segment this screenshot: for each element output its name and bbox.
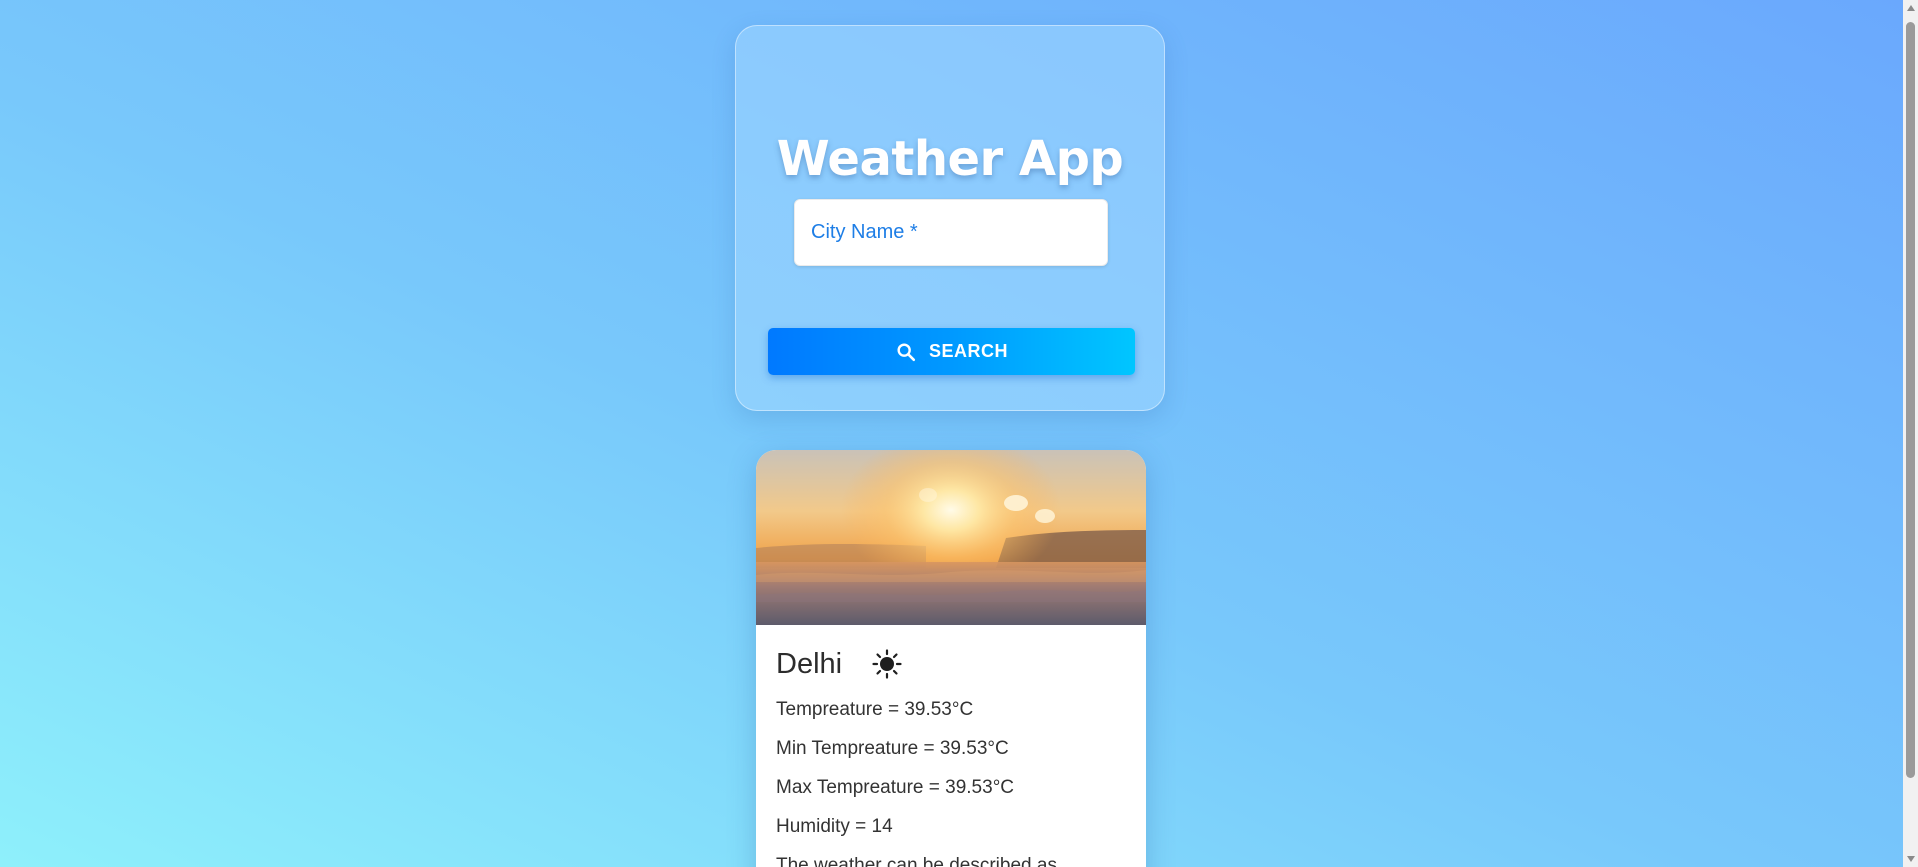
- scroll-down-arrow-icon[interactable]: [1905, 853, 1916, 865]
- search-card: Weather App SEARCH: [735, 25, 1165, 411]
- weather-image: [756, 450, 1146, 625]
- temperature-text: Tempreature = 39.53°C: [776, 699, 974, 720]
- app-title: Weather App: [776, 131, 1124, 187]
- city-row: Delhi: [776, 643, 1126, 685]
- search-button-label: SEARCH: [928, 341, 1008, 361]
- humidity-text: Humidity = 14: [776, 816, 893, 837]
- city-name: Delhi: [776, 647, 843, 680]
- weather-details: Delhi Tempreature = 39.53°C Min Tempreat…: [756, 625, 1146, 867]
- weather-description-text: The weather can be described as: [776, 855, 1057, 867]
- sun-icon: [872, 649, 902, 679]
- scroll-thumb[interactable]: [1906, 22, 1915, 778]
- page: Weather App SEARCH: [0, 0, 1903, 867]
- weather-card: Delhi Tempreature = 39.53°C Min Tempreat…: [756, 450, 1146, 867]
- city-name-input[interactable]: [795, 200, 1107, 265]
- city-name-field[interactable]: [794, 199, 1108, 266]
- vertical-scrollbar[interactable]: [1903, 0, 1918, 867]
- max-temperature-text: Max Tempreature = 39.53°C: [776, 777, 1015, 798]
- min-temperature-text: Min Tempreature = 39.53°C: [776, 738, 1009, 759]
- search-icon: [895, 341, 917, 363]
- scroll-up-arrow-icon[interactable]: [1905, 2, 1916, 14]
- search-button[interactable]: SEARCH: [768, 328, 1135, 375]
